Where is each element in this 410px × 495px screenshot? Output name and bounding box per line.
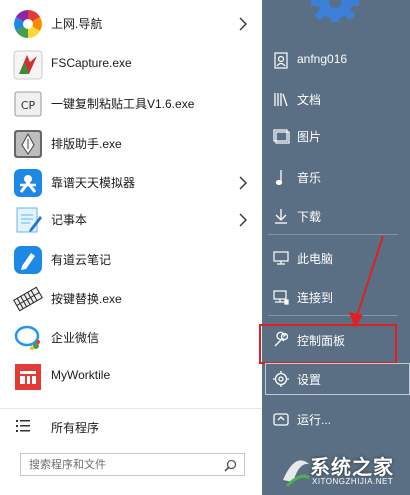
right-item-label: 此电脑: [297, 252, 334, 266]
program-label: 排版助手.exe: [51, 137, 122, 151]
right-item-label: 设置: [297, 373, 322, 387]
program-item-youdao-note[interactable]: 有道云笔记: [0, 240, 262, 280]
all-programs-button[interactable]: 所有程序: [0, 412, 262, 440]
gear-icon: [307, 0, 363, 30]
list-icon: [16, 419, 30, 433]
pen-nib-icon: [12, 128, 44, 160]
right-item-label: 下载: [297, 210, 322, 224]
watermark-text: 系统之家: [310, 457, 394, 479]
run-icon: [272, 410, 290, 428]
chevron-right-icon: [237, 16, 249, 32]
program-label: 有道云笔记: [51, 253, 112, 267]
right-item-user-folder[interactable]: anfng016: [262, 42, 410, 78]
right-item-label: 运行...: [297, 413, 332, 427]
divider: [0, 408, 262, 409]
library-icon: [272, 90, 290, 108]
keyboard-icon: [12, 283, 44, 315]
network-icon: [272, 288, 290, 306]
picture-icon: [272, 127, 290, 145]
computer-icon: [272, 249, 290, 267]
search-icon[interactable]: [224, 459, 237, 472]
right-item-downloads[interactable]: 下载: [262, 198, 410, 234]
right-item-run[interactable]: 运行...: [262, 401, 410, 437]
user-folder-icon: [272, 51, 290, 69]
download-icon: [272, 207, 290, 225]
notepad-icon: [12, 204, 44, 236]
right-item-label: anfng016: [297, 52, 348, 66]
cp-tool-icon: CP: [12, 88, 44, 120]
svg-text:CP: CP: [21, 99, 36, 112]
right-item-documents[interactable]: 文档: [262, 81, 410, 117]
gear-icon: [272, 370, 290, 388]
program-label: 上网.导航: [51, 17, 103, 31]
program-item-navigation[interactable]: 上网.导航: [0, 4, 262, 44]
search-box[interactable]: [20, 453, 245, 476]
right-item-label: 文档: [297, 93, 322, 107]
youdao-note-icon: [12, 244, 44, 276]
navigation-pinwheel-icon: [12, 8, 44, 40]
program-item-notepad[interactable]: 记事本: [0, 200, 262, 240]
annotation-arrow: [349, 235, 384, 328]
fscapture-icon: [12, 49, 44, 81]
program-label: 记事本: [51, 213, 88, 227]
wecom-icon: [12, 322, 44, 354]
right-item-label: 图片: [297, 130, 322, 144]
program-item-typesetting[interactable]: 排版助手.exe: [0, 124, 262, 164]
program-label: 按键替换.exe: [51, 292, 122, 306]
right-item-label: 连接到: [297, 291, 334, 305]
worktile-icon: [12, 361, 44, 393]
program-item-key-replace[interactable]: 按键替换.exe: [0, 279, 262, 319]
watermark-url: XITONGZHIJIA.NET: [312, 477, 394, 486]
music-icon: [272, 168, 290, 186]
program-label: FSCapture.exe: [51, 56, 132, 70]
program-item-emulator[interactable]: 靠谱天天模拟器: [0, 163, 262, 203]
program-item-wecom[interactable]: 企业微信: [0, 318, 262, 358]
program-label: 企业微信: [51, 331, 100, 345]
program-item-cp-tool[interactable]: CP 一键复制粘贴工具V1.6.exe: [0, 84, 262, 124]
right-item-pictures[interactable]: 图片: [262, 118, 410, 154]
program-label: MyWorktile: [51, 368, 111, 382]
emulator-icon: [12, 167, 44, 199]
program-label: 靠谱天天模拟器: [51, 176, 136, 190]
search-input[interactable]: [29, 457, 219, 473]
program-label: 一键复制粘贴工具V1.6.exe: [51, 97, 195, 111]
all-programs-label: 所有程序: [51, 421, 100, 435]
program-list-panel: 上网.导航 FSCapture.exe CP 一键复制粘贴工具V1.6.exe: [0, 0, 262, 495]
chevron-right-icon: [237, 212, 249, 228]
right-item-music[interactable]: 音乐: [262, 159, 410, 195]
right-item-settings[interactable]: 设置: [262, 361, 410, 397]
chevron-right-icon: [237, 175, 249, 191]
program-item-worktile[interactable]: MyWorktile: [0, 357, 262, 397]
right-item-label: 音乐: [297, 171, 322, 185]
program-item-fscapture[interactable]: FSCapture.exe: [0, 45, 262, 85]
